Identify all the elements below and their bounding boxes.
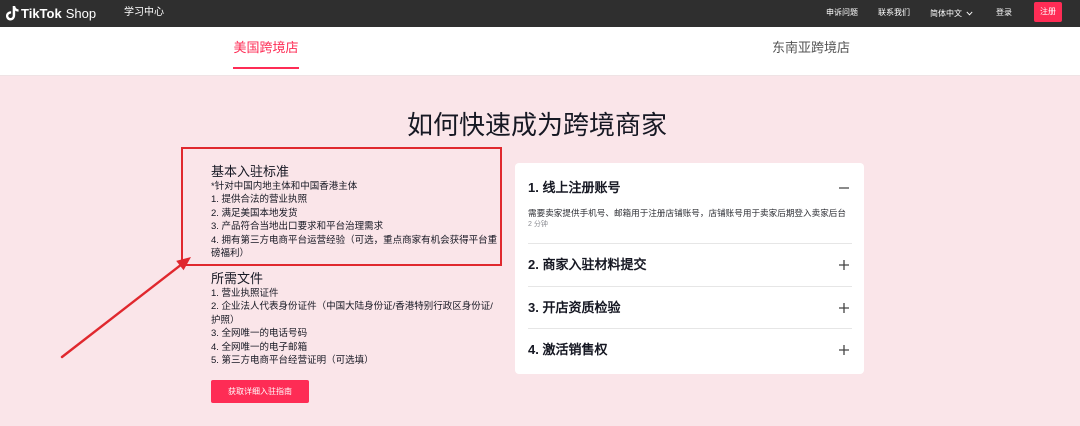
step-duration: 2 分钟 [528,221,548,228]
step-title: 4. 激活销售权 [528,342,608,357]
language-selector[interactable]: 简体中文 [930,0,973,27]
step-description: 需要卖家提供手机号、邮箱用于注册店铺账号，店铺账号用于卖家后期登入卖家后台 [528,208,846,218]
page-title: 如何快速成为跨境商家 [406,110,667,140]
document-item: 3. 全网唯一的电话号码 [211,328,308,340]
tab-label: 美国跨境店 [233,40,299,69]
tab-sea-store[interactable]: 东南亚跨境店 [751,39,871,69]
tab-label: 东南亚跨境店 [771,40,850,55]
step-material-submission[interactable]: 2. 商家入驻材料提交 [528,244,852,287]
brand-product: Shop [65,6,97,21]
nav-contact[interactable]: 联系我们 [878,0,910,27]
basic-standards: 基本入驻标准 *针对中国内地主体和中国香港主体 1. 提供合法的营业执照 2. … [211,164,499,260]
top-nav: TikTok Shop 学习中心 申诉问题 联系我们 简体中文 登录 注册 [0,0,1080,27]
step-qualification-check[interactable]: 3. 开店资质检验 [528,287,852,329]
document-item: 4. 全网唯一的电子邮箱 [211,341,308,353]
tiktok-shop-logo[interactable]: TikTok Shop [6,4,96,23]
plus-icon[interactable] [838,302,850,314]
nav-learning-center[interactable]: 学习中心 [124,0,164,27]
document-item: 2. 企业法人代表身份证件（中国大陆身份证/香港特别行政区身份证/护照） [211,301,493,326]
plus-icon[interactable] [838,259,850,271]
standard-item: 3. 产品符合当地出口要求和平台治理需求 [211,221,384,233]
step-online-registration[interactable]: 1. 线上注册账号 需要卖家提供手机号、邮箱用于注册店铺账号，店铺账号用于卖家后… [528,163,852,244]
standard-item: 4. 拥有第三方电商平台运营经验（可选，重点商家有机会获得平台重磅福利） [211,234,498,260]
login-link[interactable]: 登录 [996,0,1012,27]
document-item: 5. 第三方电商平台经营证明（可选填） [211,355,374,367]
standards-heading: 基本入驻标准 [211,164,290,179]
standards-note: *针对中国内地主体和中国香港主体 [211,181,358,192]
plus-icon[interactable] [838,344,850,356]
register-button[interactable]: 注册 [1034,2,1062,22]
standard-item: 2. 满足美国本地发货 [211,207,298,219]
required-documents: 所需文件 1. 营业执照证件 2. 企业法人代表身份证件（中国大陆身份证/香港特… [211,271,499,367]
language-label: 简体中文 [930,8,962,18]
step-title: 3. 开店资质检验 [528,300,621,315]
brand-name: TikTok [21,6,62,21]
step-title: 1. 线上注册账号 [528,180,621,195]
chevron-down-icon [966,11,973,16]
store-type-tabs: 美国跨境店 东南亚跨境店 [0,27,1080,76]
step-title: 2. 商家入驻材料提交 [528,257,647,272]
minus-icon[interactable] [838,182,850,194]
documents-heading: 所需文件 [211,271,264,286]
page: TikTok Shop 学习中心 申诉问题 联系我们 简体中文 登录 注册 美国… [0,0,1080,426]
document-item: 1. 营业执照证件 [211,288,279,299]
tiktok-logo-icon [6,6,19,21]
get-guide-button[interactable]: 获取详细入驻指南 [211,380,309,403]
onboarding-steps-card: 1. 线上注册账号 需要卖家提供手机号、邮箱用于注册店铺账号，店铺账号用于卖家后… [515,163,864,374]
step-activate-sales[interactable]: 4. 激活销售权 [528,329,852,374]
standard-item: 1. 提供合法的营业执照 [211,194,308,206]
tab-us-store[interactable]: 美国跨境店 [206,39,326,69]
nav-appeal[interactable]: 申诉问题 [826,0,858,27]
